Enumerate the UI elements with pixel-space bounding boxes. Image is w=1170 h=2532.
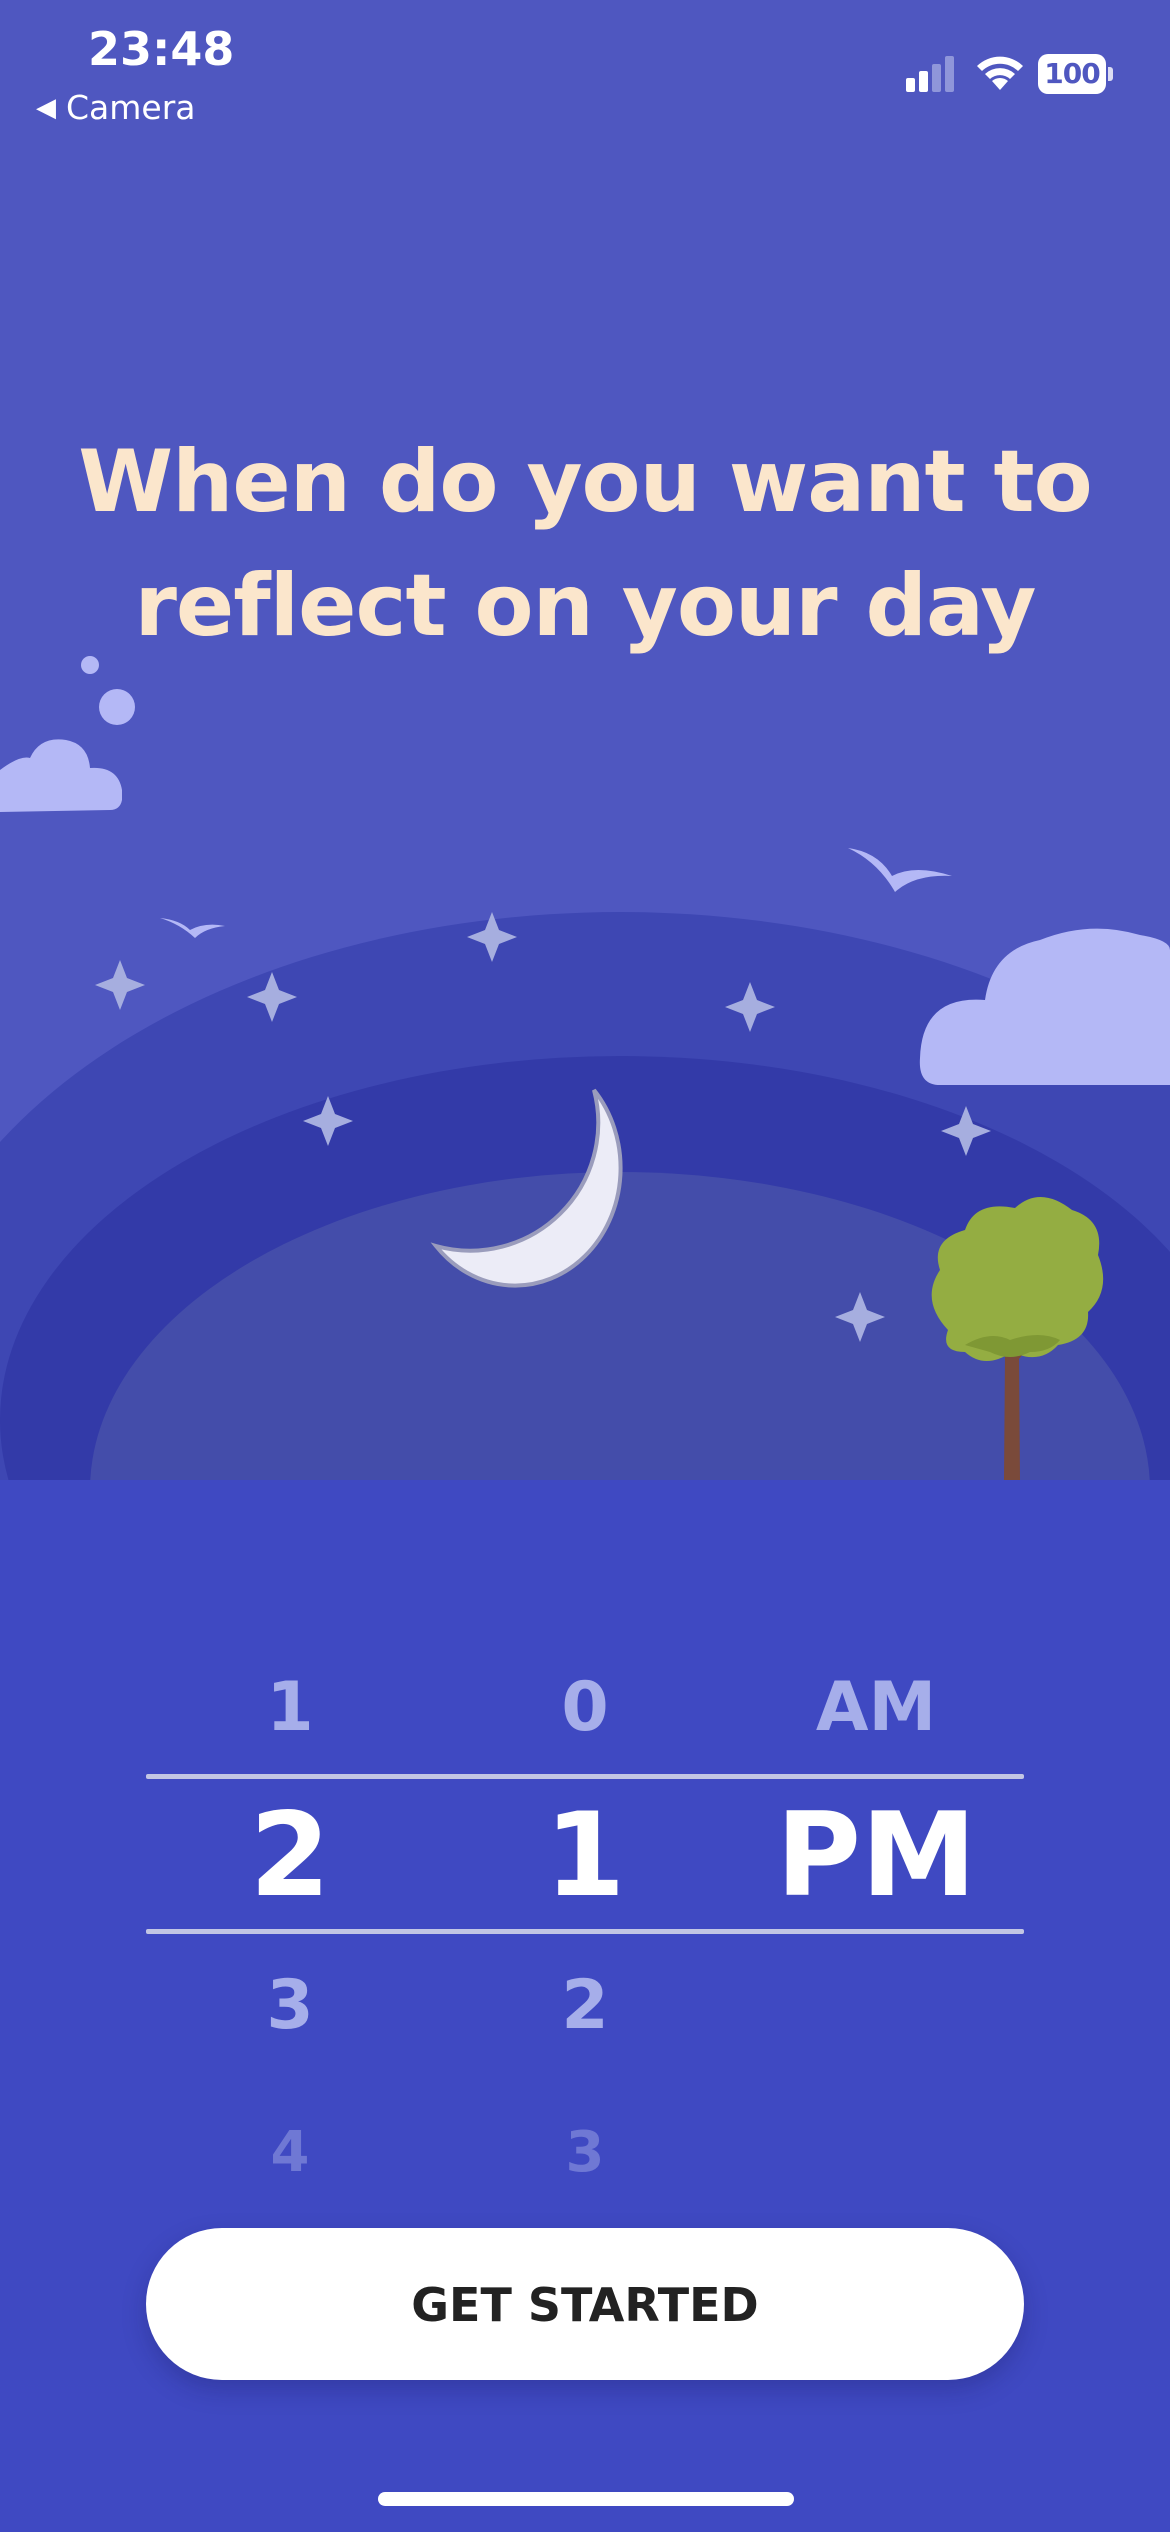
star-icon xyxy=(95,960,145,1010)
hour-selected-value[interactable]: 2 xyxy=(190,1788,390,1923)
hour-option[interactable]: 1 xyxy=(190,1668,390,1747)
minute-option[interactable]: 2 xyxy=(485,1966,685,2045)
back-to-camera-link[interactable]: ◀ Camera xyxy=(36,88,196,127)
get-started-button[interactable]: GET STARTED xyxy=(146,2228,1024,2380)
bird-left-icon xyxy=(160,918,225,938)
cellular-signal-icon xyxy=(906,56,954,92)
cloud-right-icon xyxy=(919,928,1170,1085)
battery-level: 100 xyxy=(1038,54,1106,94)
minute-option[interactable]: 0 xyxy=(485,1668,685,1747)
night-scene-illustration xyxy=(0,656,1170,1480)
back-arrow-icon: ◀ xyxy=(36,93,56,123)
period-option[interactable]: AM xyxy=(776,1668,976,1747)
period-selected-value[interactable]: PM xyxy=(776,1788,976,1923)
period-picker-column[interactable]: AM PM xyxy=(776,1640,976,2040)
page-title-line-1: When do you want to xyxy=(78,432,1092,532)
bubble-small xyxy=(81,656,99,674)
home-indicator[interactable] xyxy=(378,2492,794,2506)
page-title: When do you want to reflect on your day xyxy=(60,420,1110,668)
hour-picker-column[interactable]: 1 2 3 4 xyxy=(190,1640,390,2200)
back-link-label: Camera xyxy=(66,88,196,127)
bubble-large xyxy=(99,689,135,725)
battery-icon: 100 xyxy=(1038,54,1113,94)
status-bar: 23:48 ◀ Camera 100 xyxy=(0,0,1170,150)
minute-selected-value[interactable]: 1 xyxy=(485,1788,685,1923)
hour-option[interactable]: 3 xyxy=(190,1966,390,2045)
cloud-left-icon xyxy=(0,739,122,812)
minute-picker-column[interactable]: 0 1 2 3 xyxy=(485,1640,685,2200)
hour-option[interactable]: 4 xyxy=(190,2120,390,2185)
status-time: 23:48 xyxy=(88,22,235,76)
wifi-icon xyxy=(977,56,1023,90)
bird-right-icon xyxy=(848,848,952,892)
minute-option[interactable]: 3 xyxy=(485,2120,685,2185)
